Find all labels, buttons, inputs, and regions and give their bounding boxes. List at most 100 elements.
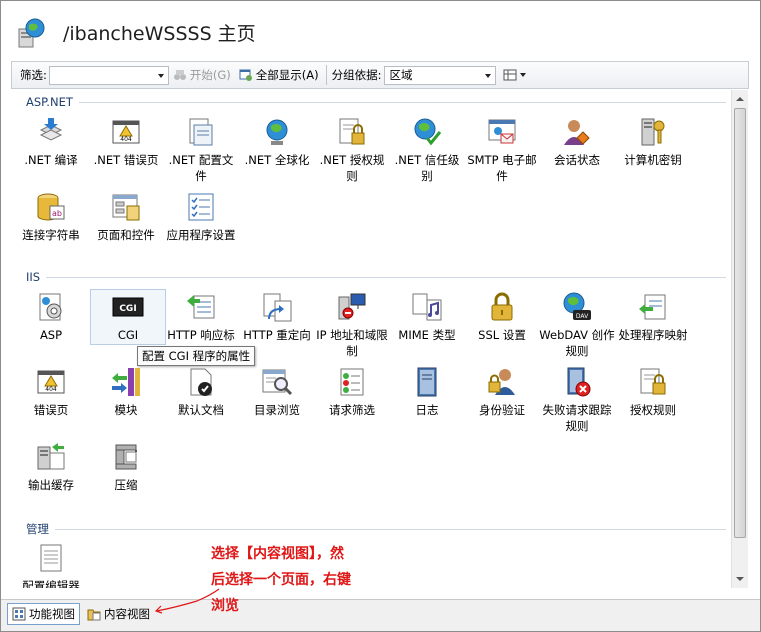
svg-text:404: 404: [120, 136, 132, 143]
feature-webdav-authoring[interactable]: DAV WebDAV 创作规则: [539, 291, 615, 359]
start-filter-button[interactable]: 开始(G): [169, 64, 235, 86]
failed-request-icon: [567, 367, 591, 397]
redirect-icon: [263, 293, 292, 322]
output-cache-icon: [37, 443, 65, 470]
cgi-icon: CGI: [112, 297, 144, 317]
feature-smtp-email[interactable]: SMTP 电子邮件: [464, 116, 540, 184]
filter-label: 筛选:: [20, 68, 47, 82]
feature-app-settings[interactable]: 应用程序设置: [163, 191, 239, 243]
feature-net-trust-levels[interactable]: .NET 信任级别: [389, 116, 465, 184]
feature-compression[interactable]: 压缩: [88, 441, 164, 493]
feature-authorization-rules[interactable]: 授权规则: [615, 366, 691, 418]
feature-session-state[interactable]: 会话状态: [539, 116, 615, 168]
feature-list: ASP.NET .NET 编译 404 .NET 错误页 .NET 配置文件 .…: [11, 90, 731, 588]
handler-mappings-icon: [639, 294, 666, 320]
group-header-iis: IIS: [26, 270, 726, 284]
page-title: /ibancheWSSSS 主页: [63, 23, 256, 45]
feature-connection-strings[interactable]: ab 连接字符串: [13, 191, 89, 243]
groupby-select[interactable]: 区域: [384, 65, 497, 85]
feature-default-document[interactable]: 默认文档: [163, 366, 239, 418]
app-settings-icon: [188, 193, 214, 221]
scroll-down-button[interactable]: [732, 571, 748, 588]
config-editor-icon: [40, 544, 62, 572]
show-all-button[interactable]: 全部显示(A): [235, 64, 323, 86]
feature-asp[interactable]: ASP: [13, 291, 89, 343]
scroll-up-button[interactable]: [732, 90, 748, 107]
user-lock-icon: [488, 369, 515, 395]
svg-text:404: 404: [45, 386, 57, 393]
features-view-tab[interactable]: 功能视图: [7, 603, 80, 625]
log-book-icon: [417, 367, 437, 397]
asp-icon: [39, 293, 62, 321]
feature-http-response-headers[interactable]: HTTP 响应标: [163, 291, 239, 343]
machine-key-icon: [641, 118, 665, 146]
feature-configuration-editor[interactable]: 配置编辑器: [13, 542, 89, 588]
chevron-down-icon: [485, 73, 492, 78]
features-view-icon: [12, 607, 26, 621]
cgi-tooltip: 配置 CGI 程序的属性: [137, 346, 256, 366]
default-document-icon: [190, 368, 212, 396]
content-view-icon: [87, 609, 101, 621]
webdav-icon: DAV: [563, 292, 591, 320]
feature-error-pages[interactable]: 404 错误页: [13, 366, 89, 418]
globe-server-icon: [18, 18, 45, 48]
feature-net-config[interactable]: .NET 配置文件: [163, 116, 239, 184]
chevron-up-icon: [736, 97, 744, 101]
email-icon: [488, 119, 516, 144]
database-icon: ab: [37, 193, 65, 221]
padlock-icon: [491, 292, 513, 321]
filter-toolbar: 筛选: 开始(G) 全部显示(A) 分组依据: 区域: [11, 61, 749, 89]
feature-handler-mappings[interactable]: 处理程序映射: [615, 291, 691, 343]
feature-request-filtering[interactable]: 请求筛选: [314, 366, 390, 418]
lock-document-icon: [339, 118, 365, 145]
response-headers-icon: [187, 295, 215, 319]
feature-modules[interactable]: 模块: [88, 366, 164, 418]
page-header: /ibancheWSSSS 主页: [1, 1, 760, 61]
annotation-text: 选择【内容视图】，然 后选择一个页面，右键 浏览: [211, 546, 351, 614]
groupby-label: 分组依据:: [331, 68, 382, 82]
globe-icon: [266, 119, 288, 145]
feature-machine-key[interactable]: 计算机密钥: [615, 116, 691, 168]
feature-authentication[interactable]: 身份验证: [464, 366, 540, 418]
svg-text:DAV: DAV: [576, 313, 589, 320]
error-page-icon: 404: [37, 370, 65, 394]
scrollbar-thumb[interactable]: [734, 108, 746, 538]
modules-icon: [112, 368, 140, 396]
feature-directory-browsing[interactable]: 目录浏览: [239, 366, 315, 418]
user-session-icon: [564, 120, 590, 145]
vertical-scrollbar[interactable]: [731, 90, 748, 588]
feature-logging[interactable]: 日志: [389, 366, 465, 418]
group-header-aspnet: ASP.NET: [26, 95, 726, 109]
compile-icon: [39, 118, 63, 141]
feature-ip-domain-restrictions[interactable]: IP 地址和域限制: [314, 291, 390, 359]
feature-net-authorization[interactable]: .NET 授权规则: [314, 116, 390, 184]
group-header-manage: 管理: [26, 521, 726, 537]
error-page-icon: 404: [112, 120, 140, 144]
feature-net-compile[interactable]: .NET 编译: [13, 116, 89, 168]
feature-net-error-pages[interactable]: 404 .NET 错误页: [88, 116, 164, 168]
filter-input[interactable]: [48, 65, 169, 85]
request-filter-icon: [340, 368, 364, 396]
feature-pages-and-controls[interactable]: 页面和控件: [88, 191, 164, 243]
directory-browse-icon: [262, 369, 293, 396]
content-view-tab[interactable]: 内容视图: [83, 603, 154, 625]
toolbar-separator: [325, 65, 327, 85]
globe-check-icon: [414, 118, 442, 146]
mime-types-icon: [412, 293, 442, 321]
feature-mime-types[interactable]: MIME 类型: [389, 291, 465, 343]
feature-ssl-settings[interactable]: SSL 设置: [464, 291, 540, 343]
iis-manager-window: /ibancheWSSSS 主页 筛选: 开始(G) 全部显示(A) 分组依据:…: [0, 0, 761, 632]
ip-restriction-icon: [338, 293, 366, 320]
feature-http-redirect[interactable]: HTTP 重定向: [239, 291, 315, 343]
chevron-down-icon: [736, 577, 744, 581]
compression-clamp-icon: [115, 444, 137, 470]
view-mode-button[interactable]: [499, 64, 530, 86]
feature-net-globalization[interactable]: .NET 全球化: [239, 116, 315, 168]
feature-cgi[interactable]: CGI CGI: [90, 289, 166, 345]
grid-view-icon: [503, 69, 517, 81]
chevron-down-icon: [157, 73, 164, 78]
chevron-down-icon: [520, 73, 527, 77]
feature-failed-request-tracing[interactable]: 失败请求跟踪规则: [539, 366, 615, 434]
svg-text:ab: ab: [52, 209, 62, 218]
feature-output-caching[interactable]: 输出缓存: [13, 441, 89, 493]
